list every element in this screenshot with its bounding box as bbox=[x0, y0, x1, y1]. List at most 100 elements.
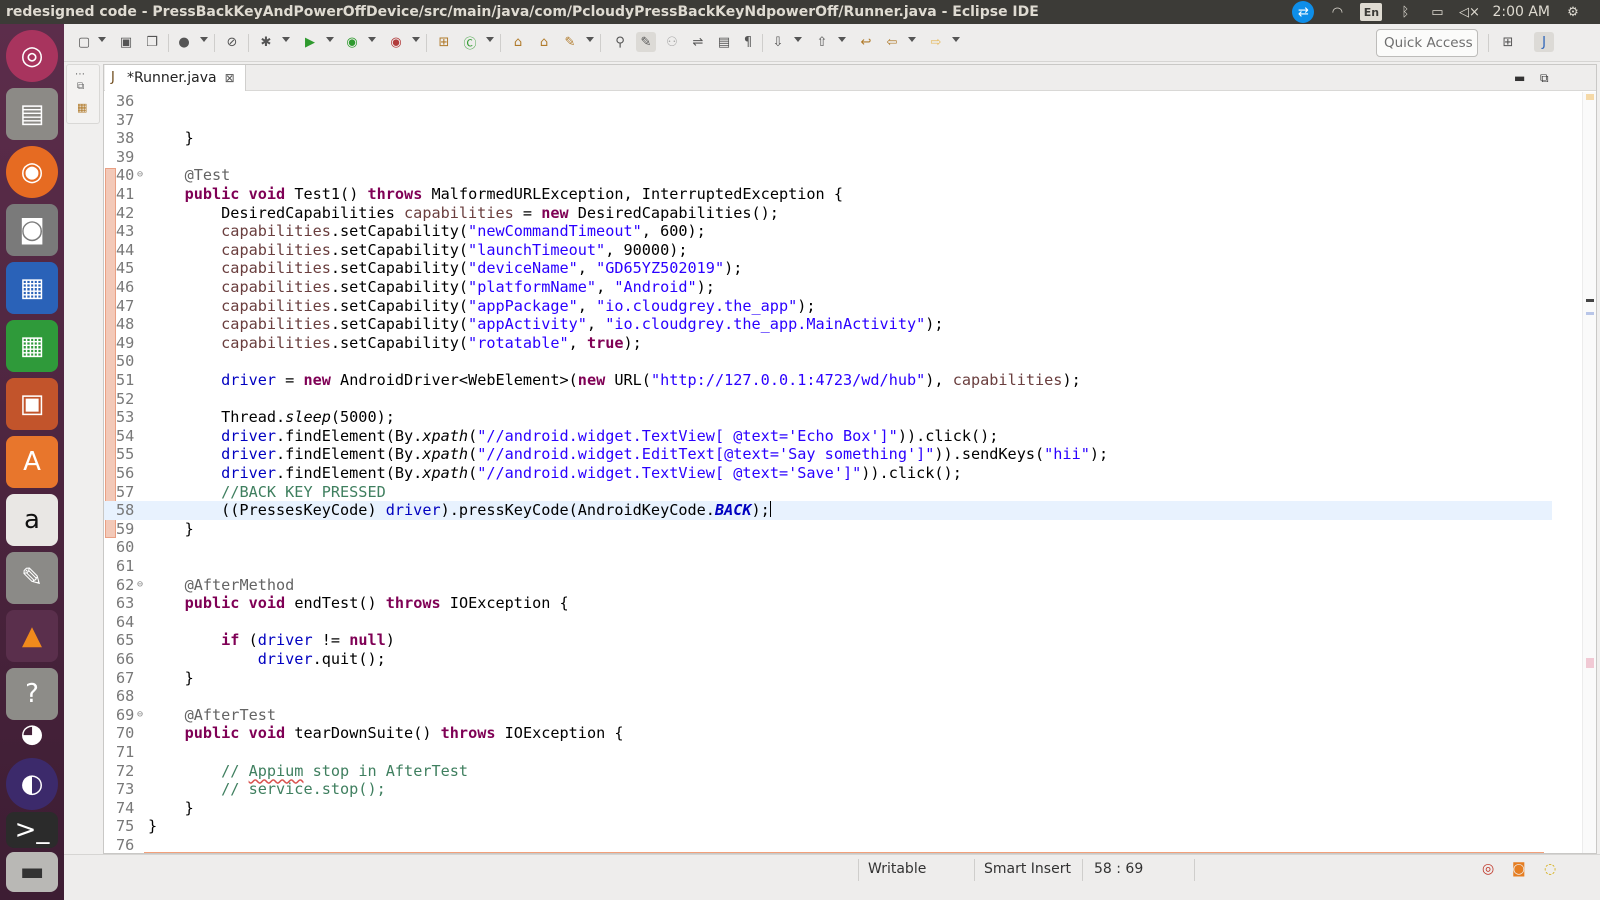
volume-mute-icon[interactable]: ◁× bbox=[1459, 4, 1480, 20]
code-line[interactable]: 45 capabilities.setCapability("deviceNam… bbox=[104, 259, 1552, 278]
code-line[interactable]: 51 driver = new AndroidDriver<WebElement… bbox=[104, 371, 1552, 390]
camera-icon[interactable]: ◙ bbox=[6, 204, 58, 256]
overview-ruler[interactable] bbox=[1582, 92, 1596, 853]
code-line[interactable]: 75} bbox=[104, 817, 1552, 836]
help-icon[interactable]: ? bbox=[6, 668, 58, 720]
previous-annotation-dropdown-icon[interactable] bbox=[838, 37, 846, 42]
debug-icon[interactable]: ✱ bbox=[256, 32, 276, 52]
show-whitespace-icon[interactable]: ▤ bbox=[714, 32, 734, 52]
keyboard-layout-indicator[interactable]: En bbox=[1360, 3, 1383, 21]
save-icon[interactable]: ▣ bbox=[116, 32, 136, 52]
impress-icon[interactable]: ▣ bbox=[6, 378, 58, 430]
code-line[interactable]: 39 bbox=[104, 148, 1552, 167]
rss-icon[interactable]: ◙ bbox=[1512, 861, 1526, 877]
tip-icon[interactable]: ◌ bbox=[1544, 861, 1556, 877]
code-line[interactable]: 46 capabilities.setCapability("platformN… bbox=[104, 278, 1552, 297]
restore-icon[interactable]: ⋯ bbox=[75, 69, 85, 80]
eclipse-icon[interactable]: ◐ bbox=[6, 758, 58, 810]
code-line[interactable]: 55 driver.findElement(By.xpath("//androi… bbox=[104, 445, 1552, 464]
code-line[interactable]: 38 } bbox=[104, 129, 1552, 148]
new-java-package-icon[interactable]: ⊞ bbox=[434, 32, 454, 52]
code-line[interactable]: 76 bbox=[104, 836, 1552, 853]
toggle-word-wrap-icon[interactable]: ⇌ bbox=[688, 32, 708, 52]
external-tools-icon[interactable]: ◉ bbox=[386, 32, 406, 52]
code-line[interactable]: 48 capabilities.setCapability("appActivi… bbox=[104, 315, 1552, 334]
chrome-icon[interactable]: ◕ bbox=[6, 714, 58, 754]
open-type-icon[interactable]: ⌂ bbox=[508, 32, 528, 52]
code-line[interactable]: 65 if (driver != null) bbox=[104, 631, 1552, 650]
java-perspective-icon[interactable]: J bbox=[1534, 32, 1554, 52]
vlc-icon[interactable]: ▲ bbox=[6, 610, 58, 662]
forward-icon[interactable]: ⇨ bbox=[926, 32, 946, 52]
code-line[interactable]: 68 bbox=[104, 687, 1552, 706]
save-all-icon[interactable]: ❐ bbox=[142, 32, 162, 52]
code-line[interactable]: 47 capabilities.setCapability("appPackag… bbox=[104, 297, 1552, 316]
toggle-block-selection-icon[interactable]: ⚇ bbox=[662, 32, 682, 52]
open-perspective-icon[interactable]: ⊞ bbox=[1498, 32, 1518, 52]
run-dropdown-icon[interactable] bbox=[326, 37, 334, 42]
code-line[interactable]: 71 bbox=[104, 743, 1552, 762]
code-line[interactable]: 54 driver.findElement(By.xpath("//androi… bbox=[104, 427, 1552, 446]
code-line[interactable]: 59 } bbox=[104, 520, 1552, 539]
maximize-icon[interactable]: ⧉ bbox=[1540, 71, 1549, 86]
teamviewer-icon[interactable]: ⇄ bbox=[1292, 1, 1315, 23]
toggle-mark-occurrences-icon[interactable]: ✎ bbox=[636, 32, 656, 52]
code-editor[interactable]: 36 37 38 } 39 40 ⊖ @Test 41 public void Test1(… bbox=[104, 92, 1596, 853]
software-center-icon[interactable]: A bbox=[6, 436, 58, 488]
new-icon[interactable]: ▢ bbox=[74, 32, 94, 52]
bluetooth-icon[interactable]: ᛒ bbox=[1396, 4, 1414, 20]
code-line[interactable]: 63 public void endTest() throws IOExcept… bbox=[104, 594, 1552, 613]
next-annotation-dropdown-icon[interactable] bbox=[794, 37, 802, 42]
debug-dropdown-icon[interactable] bbox=[282, 37, 290, 42]
pilcrow-icon[interactable]: ¶ bbox=[738, 32, 758, 52]
files-icon[interactable]: ▤ bbox=[6, 88, 58, 140]
coverage-dropdown-icon[interactable] bbox=[368, 37, 376, 42]
open-task-icon[interactable]: ⌂ bbox=[534, 32, 554, 52]
code-line[interactable]: 67 } bbox=[104, 669, 1552, 688]
code-line[interactable]: 62 ⊖ @AfterMethod bbox=[104, 576, 1552, 595]
search-dropdown-icon[interactable] bbox=[586, 37, 594, 42]
code-line[interactable]: 66 driver.quit(); bbox=[104, 650, 1552, 669]
code-line[interactable]: 58 ((PressesKeyCode) driver).pressKeyCod… bbox=[104, 501, 1552, 520]
minimize-icon[interactable]: ▬ bbox=[1514, 71, 1525, 85]
code-line[interactable]: 64 bbox=[104, 613, 1552, 632]
run-icon[interactable]: ▶ bbox=[300, 32, 320, 52]
toggle-ant-editor-icon[interactable]: ⚲ bbox=[610, 32, 630, 52]
code-line[interactable]: 37 bbox=[104, 111, 1552, 130]
code-line[interactable]: 50 bbox=[104, 352, 1552, 371]
code-line[interactable]: 60 bbox=[104, 538, 1552, 557]
code-line[interactable]: 61 bbox=[104, 557, 1552, 576]
code-line[interactable]: 72 // Appium stop in AfterTest bbox=[104, 762, 1552, 781]
code-line[interactable]: 44 capabilities.setCapability("launchTim… bbox=[104, 241, 1552, 260]
profile-icon[interactable]: ● bbox=[174, 32, 194, 52]
back-dropdown-icon[interactable] bbox=[908, 37, 916, 42]
terminal-icon[interactable]: >_ bbox=[6, 812, 58, 848]
code-line[interactable]: 43 capabilities.setCapability("newComman… bbox=[104, 222, 1552, 241]
search-icon[interactable]: ✎ bbox=[560, 32, 580, 52]
disks-icon[interactable]: ▬ bbox=[6, 852, 58, 892]
battery-icon[interactable]: ▭ bbox=[1428, 4, 1446, 20]
new-dropdown-icon[interactable] bbox=[98, 37, 106, 42]
skip-breakpoints-icon[interactable]: ⊘ bbox=[222, 32, 242, 52]
profile-dropdown-icon[interactable] bbox=[200, 37, 208, 42]
code-line[interactable]: 70 public void tearDownSuite() throws IO… bbox=[104, 724, 1552, 743]
external-tools-dropdown-icon[interactable] bbox=[412, 37, 420, 42]
code-line[interactable]: 53 Thread.sleep(5000); bbox=[104, 408, 1552, 427]
ubuntu-dash-icon[interactable]: ◎ bbox=[6, 30, 58, 82]
fold-toggle-icon[interactable]: ⊖ bbox=[137, 706, 143, 725]
code-line[interactable]: 40 ⊖ @Test bbox=[104, 166, 1552, 185]
code-line[interactable]: 74 } bbox=[104, 799, 1552, 818]
code-line[interactable]: 57 //BACK KEY PRESSED bbox=[104, 483, 1552, 502]
fold-toggle-icon[interactable]: ⊖ bbox=[137, 166, 143, 185]
quick-access-input[interactable] bbox=[1376, 29, 1478, 57]
code-line[interactable]: 56 driver.findElement(By.xpath("//androi… bbox=[104, 464, 1552, 483]
code-line[interactable]: 73 // service.stop(); bbox=[104, 780, 1552, 799]
coverage-icon[interactable]: ◉ bbox=[342, 32, 362, 52]
settings-icon[interactable]: ✎ bbox=[6, 552, 58, 604]
wifi-icon[interactable]: ◠ bbox=[1328, 4, 1346, 20]
code-line[interactable]: 69 ⊖ @AfterTest bbox=[104, 706, 1552, 725]
clock[interactable]: 2:00 AM bbox=[1492, 4, 1550, 20]
new-java-class-icon[interactable]: Ⓒ bbox=[460, 32, 480, 52]
package-explorer-icon[interactable]: ⧉ bbox=[77, 81, 84, 92]
previous-annotation-icon[interactable]: ⇧ bbox=[812, 32, 832, 52]
